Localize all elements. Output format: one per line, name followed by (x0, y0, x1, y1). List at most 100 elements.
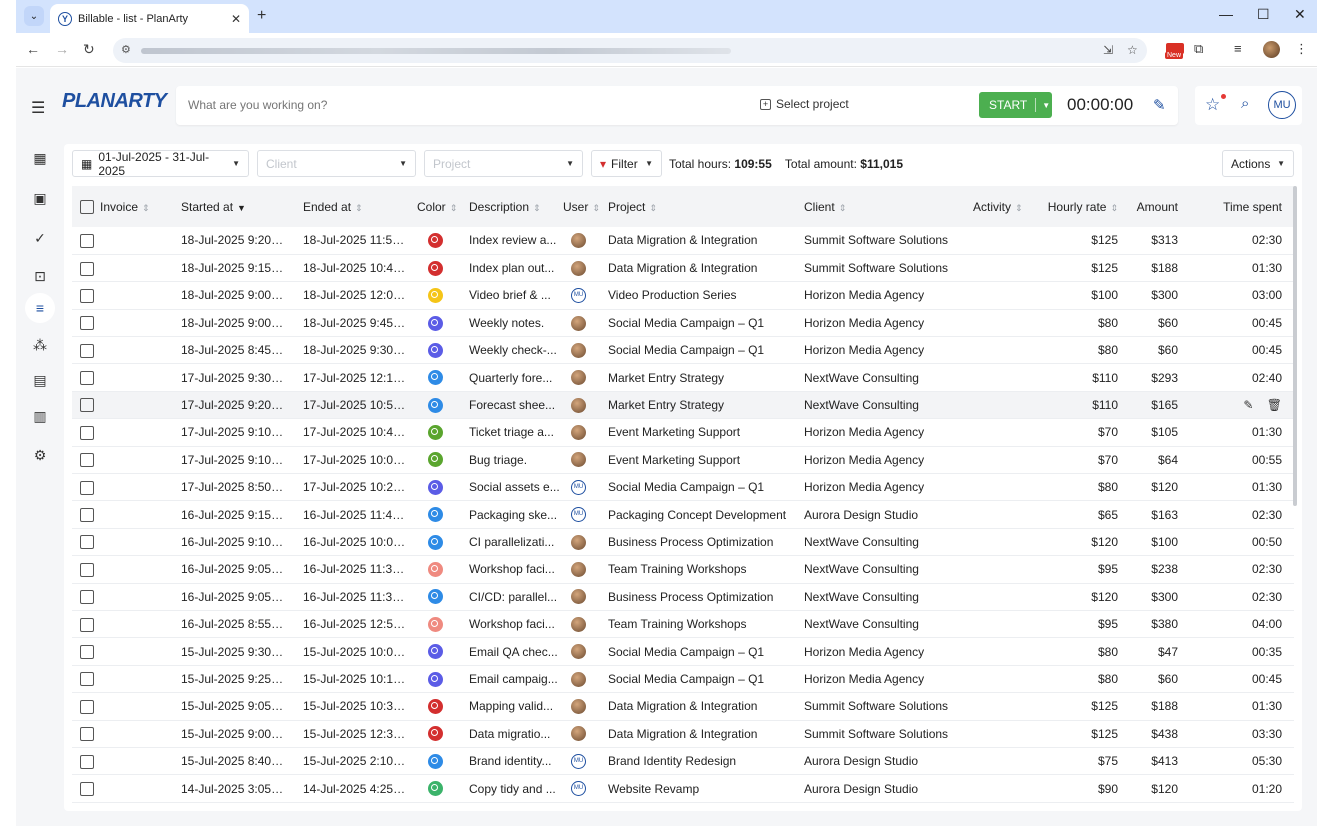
row-checkbox[interactable] (80, 453, 94, 468)
table-row[interactable]: 16-Jul-2025 8:55 AM 16-Jul-2025 12:55 PM W… (72, 610, 1294, 638)
extension-new-icon[interactable]: New (1165, 43, 1186, 61)
bookmark-star-icon[interactable]: ☆ (1127, 43, 1138, 57)
description[interactable]: Index plan out... (459, 254, 563, 281)
row-checkbox[interactable] (80, 644, 94, 659)
back-icon[interactable]: ← (26, 41, 40, 57)
start-button[interactable]: START ▼ (979, 92, 1052, 118)
what-are-you-working-on-input[interactable] (188, 98, 688, 112)
browser-tab[interactable]: Y Billable - list - PlanArty ✕ (50, 4, 249, 33)
billable-list-icon[interactable]: ≡ (25, 293, 55, 323)
browser-menu-icon[interactable]: ⋮ (1295, 41, 1308, 57)
table-row[interactable]: 17-Jul-2025 9:10 AM 17-Jul-2025 10:05 AM B… (72, 446, 1294, 474)
table-row[interactable]: 15-Jul-2025 9:30 AM 15-Jul-2025 10:05 AM E… (72, 638, 1294, 666)
row-checkbox[interactable] (80, 562, 94, 577)
delete-trash-icon[interactable]: 🗑 (1267, 398, 1282, 412)
url-field[interactable]: ⚙ ⇲ ☆ (113, 38, 1147, 63)
header-time-spent[interactable]: Time spent (1178, 186, 1294, 227)
header-ended-at[interactable]: Ended at ⇕ (285, 186, 407, 227)
reports-icon[interactable]: ▥ (30, 406, 50, 426)
client-select[interactable]: Client ▼ (257, 150, 416, 177)
description[interactable]: Video brief & ... (459, 282, 563, 309)
tab-close-icon[interactable]: ✕ (231, 12, 241, 26)
header-hourly-rate[interactable]: Hourly rate ⇕ (1030, 186, 1118, 227)
table-row[interactable]: 16-Jul-2025 9:05 AM 16-Jul-2025 11:35 AM W… (72, 556, 1294, 584)
forward-icon[interactable]: → (55, 41, 69, 57)
resources-icon[interactable]: ⁂ (30, 335, 50, 355)
hamburger-menu-icon[interactable]: ☰ (31, 98, 45, 118)
table-scrollbar[interactable] (1293, 186, 1297, 506)
description[interactable]: Workshop faci... (459, 610, 563, 637)
row-checkbox[interactable] (80, 699, 94, 714)
projects-briefcase-icon[interactable]: ⊡ (30, 266, 50, 286)
minimize-icon[interactable]: — (1219, 6, 1233, 22)
select-project-button[interactable]: + Select project (760, 97, 849, 111)
description[interactable]: Index review a... (459, 227, 563, 254)
table-row[interactable]: 16-Jul-2025 9:10 AM 16-Jul-2025 10:00 AM C… (72, 528, 1294, 556)
description[interactable]: Mapping valid... (459, 693, 563, 720)
planarty-logo[interactable]: PLANARTY (62, 90, 167, 113)
user-avatar[interactable]: MU (1268, 91, 1296, 119)
row-checkbox[interactable] (80, 590, 94, 605)
table-row[interactable]: 18-Jul-2025 9:15 AM 18-Jul-2025 10:45 AM I… (72, 254, 1294, 282)
favorites-star-icon[interactable]: ☆ (1205, 95, 1220, 115)
description[interactable]: Workshop faci... (459, 556, 563, 583)
site-info-icon[interactable]: ⚙ (121, 43, 131, 56)
table-row[interactable]: 18-Jul-2025 9:00 AM 18-Jul-2025 9:45 AM We… (72, 309, 1294, 337)
table-row[interactable]: 18-Jul-2025 9:20 AM 18-Jul-2025 11:50 AM I… (72, 227, 1294, 255)
row-checkbox[interactable] (80, 233, 94, 248)
tab-list-chevron-icon[interactable]: ⌄ (24, 6, 44, 26)
table-row[interactable]: 18-Jul-2025 9:00 AM 18-Jul-2025 12:00 PM V… (72, 282, 1294, 310)
description[interactable]: Email QA chec... (459, 638, 563, 665)
extensions-puzzle-icon[interactable]: ⧉ (1194, 41, 1203, 57)
description[interactable]: Packaging ske... (459, 501, 563, 528)
description[interactable]: Copy tidy and ... (459, 775, 563, 802)
filter-button[interactable]: ▾ Filter ▼ (591, 150, 662, 177)
table-row[interactable]: 17-Jul-2025 9:20 AM 17-Jul-2025 10:50 AM F… (72, 391, 1294, 419)
reload-icon[interactable]: ↻ (83, 41, 95, 58)
row-checkbox[interactable] (80, 343, 94, 358)
row-checkbox[interactable] (80, 261, 94, 276)
row-checkbox[interactable] (80, 754, 94, 769)
table-row[interactable]: 17-Jul-2025 9:30 AM 17-Jul-2025 12:10 PM Q… (72, 364, 1294, 392)
project-select[interactable]: Project ▼ (424, 150, 583, 177)
header-invoice[interactable]: Invoice ⇕ (100, 186, 165, 227)
table-row[interactable]: 14-Jul-2025 3:05 PM 14-Jul-2025 4:25 PM Co… (72, 775, 1294, 803)
maximize-icon[interactable]: ☐ (1257, 6, 1270, 23)
row-checkbox[interactable] (80, 508, 94, 523)
description[interactable]: CI parallelizati... (459, 528, 563, 555)
close-window-icon[interactable]: ✕ (1294, 6, 1306, 23)
billing-money-icon[interactable]: ▤ (30, 370, 50, 390)
description[interactable]: Weekly check-... (459, 337, 563, 364)
table-row[interactable]: 15-Jul-2025 9:05 AM 15-Jul-2025 10:35 AM M… (72, 693, 1294, 721)
description[interactable]: Email campaig... (459, 665, 563, 692)
table-row[interactable]: 16-Jul-2025 9:15 AM 16-Jul-2025 11:45 AM P… (72, 501, 1294, 529)
description[interactable]: Forecast shee... (459, 391, 563, 418)
header-activity[interactable]: Activity ⇕ (968, 186, 1030, 227)
timesheet-check-icon[interactable]: ✓ (30, 228, 50, 248)
select-all-checkbox[interactable] (80, 199, 94, 214)
description[interactable]: Quarterly fore... (459, 364, 563, 391)
row-checkbox[interactable] (80, 727, 94, 742)
row-checkbox[interactable] (80, 535, 94, 550)
header-client[interactable]: Client ⇕ (804, 186, 968, 227)
row-checkbox[interactable] (80, 480, 94, 495)
actions-button[interactable]: Actions ▼ (1222, 150, 1294, 177)
row-checkbox[interactable] (80, 425, 94, 440)
table-row[interactable]: 15-Jul-2025 8:40 AM 15-Jul-2025 2:10 PM Br… (72, 747, 1294, 775)
header-amount[interactable]: Amount (1118, 186, 1178, 227)
header-description[interactable]: Description ⇕ (459, 186, 563, 227)
dashboard-icon[interactable]: ▦ (30, 148, 50, 168)
table-row[interactable]: 18-Jul-2025 8:45 AM 18-Jul-2025 9:30 AM We… (72, 337, 1294, 364)
description[interactable]: Data migratio... (459, 720, 563, 747)
description[interactable]: Brand identity... (459, 747, 563, 774)
header-project[interactable]: Project ⇕ (601, 186, 804, 227)
manual-entry-pencil-icon[interactable]: ✎ (1153, 96, 1166, 114)
header-user[interactable]: User ⇕ (563, 186, 601, 227)
row-checkbox[interactable] (80, 371, 94, 386)
row-checkbox[interactable] (80, 316, 94, 331)
description[interactable]: Bug triage. (459, 446, 563, 473)
row-checkbox[interactable] (80, 288, 94, 303)
table-row[interactable]: 15-Jul-2025 9:00 AM 15-Jul-2025 12:30 PM D… (72, 720, 1294, 748)
description[interactable]: Social assets e... (459, 474, 563, 501)
table-row[interactable]: 17-Jul-2025 8:50 AM 17-Jul-2025 10:20 AM S… (72, 474, 1294, 501)
